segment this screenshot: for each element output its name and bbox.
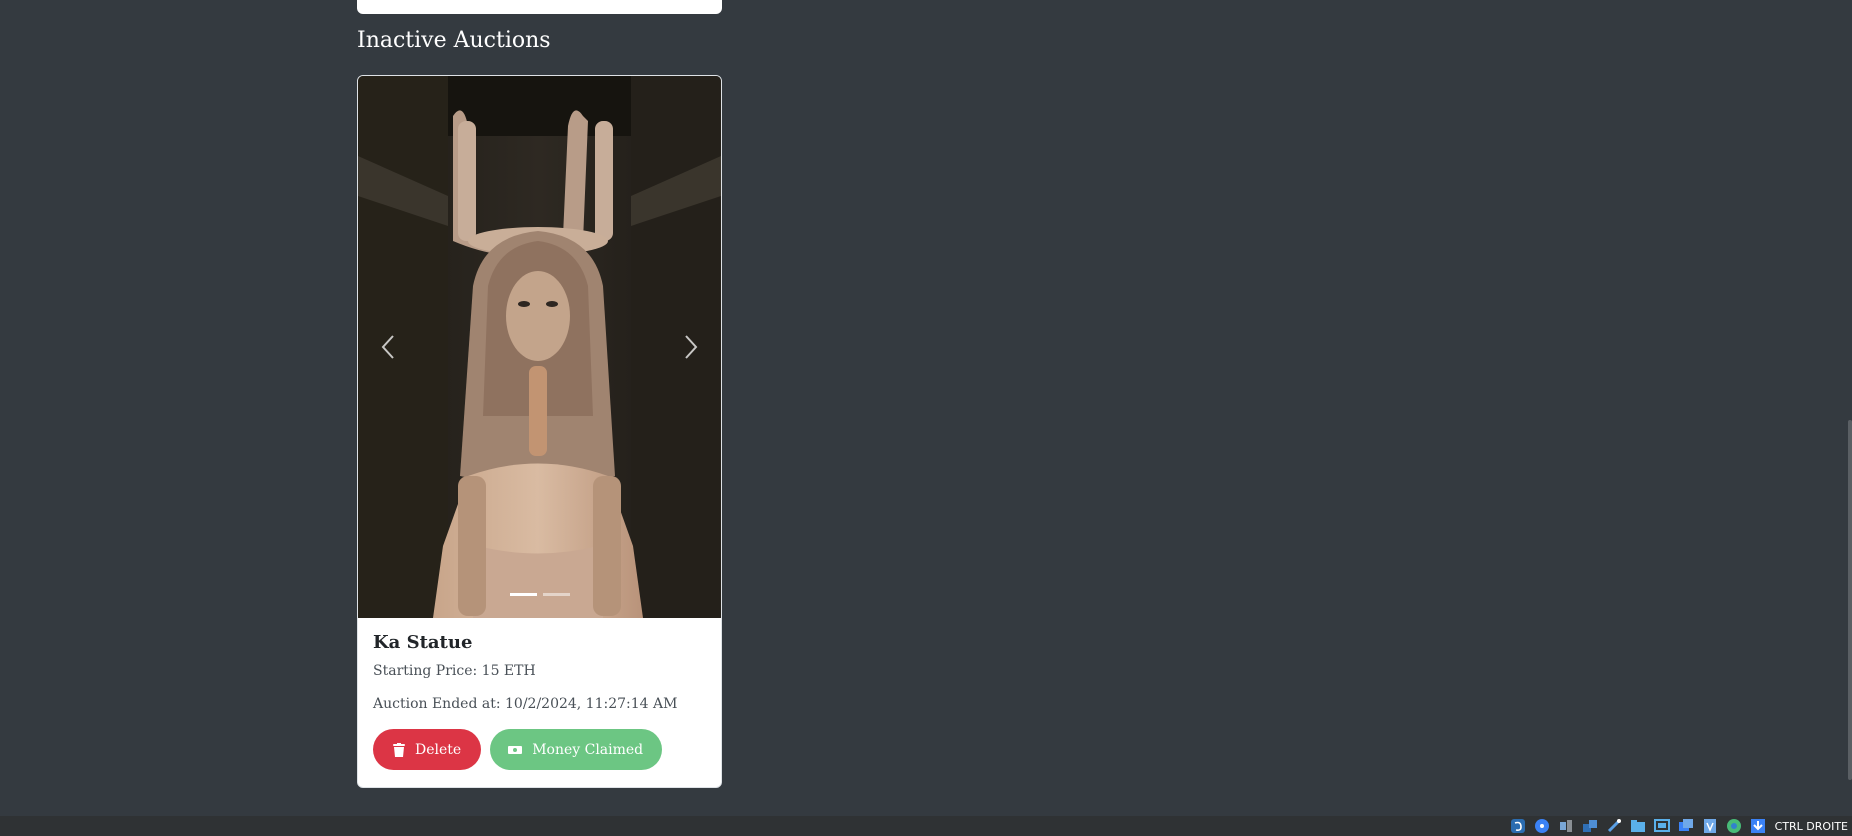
- mouse-integration-icon[interactable]: [1509, 817, 1527, 835]
- previous-auction-card: [357, 0, 722, 14]
- audio-icon[interactable]: [1557, 817, 1575, 835]
- auction-ended-at: Auction Ended at: 10/2/2024, 11:27:14 AM: [373, 696, 678, 712]
- money-claimed-label: Money Claimed: [532, 741, 644, 758]
- carousel-next-button[interactable]: [661, 76, 721, 618]
- video-capture-icon[interactable]: [1677, 817, 1695, 835]
- auction-card: Ka Statue Starting Price: 15 ETH Auction…: [357, 75, 722, 788]
- carousel-indicator-2[interactable]: [542, 593, 570, 596]
- image-carousel: [358, 76, 721, 618]
- carousel-prev-button[interactable]: [358, 76, 418, 618]
- carousel-indicator-1[interactable]: [509, 593, 537, 596]
- starting-price: Starting Price: 15 ETH: [373, 663, 536, 679]
- vm-status-bar: CTRL DROITE: [0, 816, 1852, 836]
- auction-card-body: Ka Statue Starting Price: 15 ETH Auction…: [358, 618, 721, 770]
- optical-drive-icon[interactable]: [1533, 817, 1551, 835]
- host-key-label: CTRL DROITE: [1774, 819, 1848, 833]
- money-bill-icon: [508, 745, 523, 755]
- vm-status-icons: CTRL DROITE: [1509, 816, 1852, 836]
- download-icon[interactable]: [1749, 817, 1767, 835]
- chevron-left-icon: [381, 335, 394, 359]
- display-icon[interactable]: [1653, 817, 1671, 835]
- money-claimed-button[interactable]: Money Claimed: [490, 729, 663, 770]
- scrollbar-thumb[interactable]: [1848, 420, 1852, 780]
- auction-actions: Delete Money Claimed: [373, 729, 706, 770]
- cpu-activity-icon[interactable]: [1725, 817, 1743, 835]
- delete-label: Delete: [415, 741, 462, 758]
- network-icon[interactable]: [1581, 817, 1599, 835]
- carousel-indicators: [358, 593, 721, 596]
- shared-folders-icon[interactable]: [1629, 817, 1647, 835]
- auction-title: Ka Statue: [373, 632, 473, 653]
- page: Inactive Auctions Ka Statue Starting Pri…: [0, 0, 1852, 836]
- trash-icon: [393, 742, 405, 757]
- section-title: Inactive Auctions: [357, 28, 551, 53]
- chevron-right-icon: [685, 335, 698, 359]
- virtualization-icon[interactable]: [1701, 817, 1719, 835]
- delete-button[interactable]: Delete: [373, 729, 482, 770]
- usb-icon[interactable]: [1605, 817, 1623, 835]
